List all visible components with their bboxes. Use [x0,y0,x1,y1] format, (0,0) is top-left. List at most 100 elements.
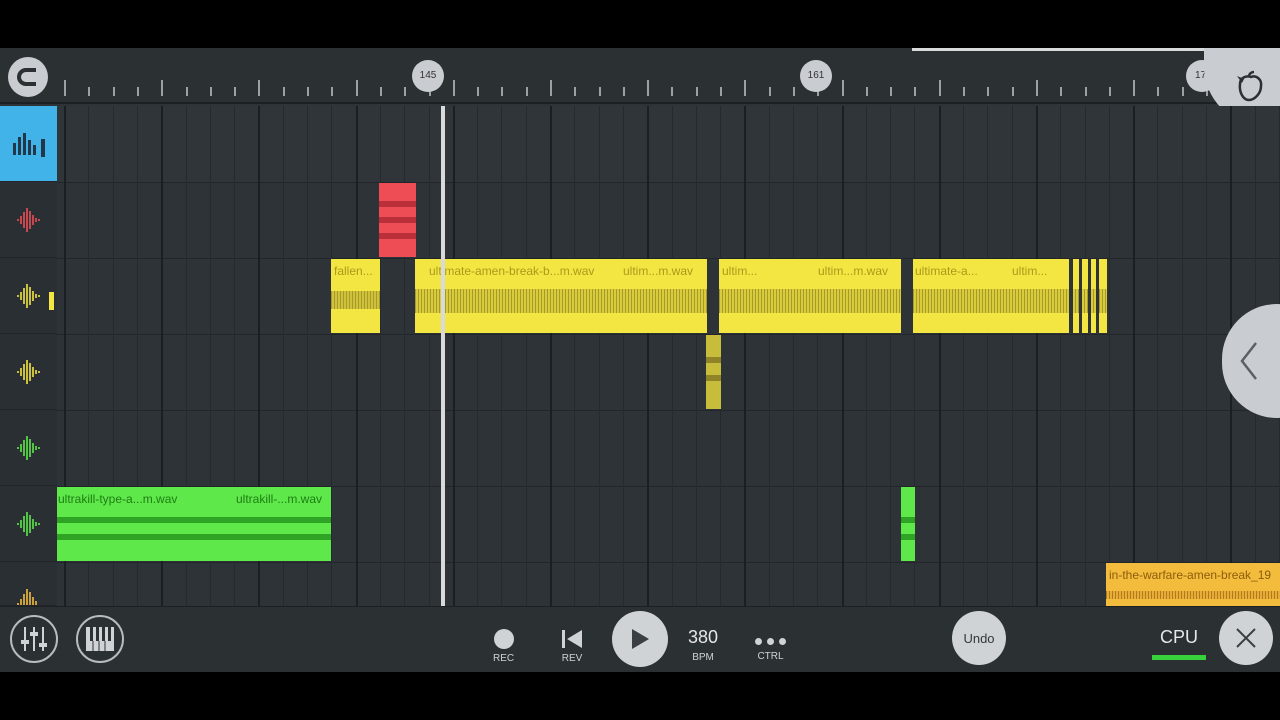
clip-label: ultim...m.wav [623,264,694,278]
ruler-tick [186,87,188,96]
clip-yellow-small[interactable] [706,335,721,409]
clip-amen-3[interactable]: ultimate-a... ultim... [913,259,1107,333]
ctrl-button[interactable]: CTRL [755,633,786,662]
ruler-tick [890,87,892,96]
waveform-icon [16,283,40,308]
waveform-icon [16,207,40,232]
clip-warfare[interactable]: in-the-warfare-amen-break_19 [1106,563,1280,606]
ruler-tick [526,87,528,96]
ruler-tick [161,80,163,96]
waveform-icon [16,511,40,536]
rev-button[interactable]: REV [560,629,584,664]
ruler-tick [1060,87,1062,96]
clip-label: ultimate-amen-break-b...m.wav [429,264,595,278]
grid-row-line [57,334,1280,335]
play-button[interactable] [612,611,668,667]
grid-line [1157,106,1158,606]
track-header-2[interactable] [0,258,57,334]
ruler-tick [1085,87,1087,96]
rev-label: REV [561,653,583,664]
playlist-icon [12,132,45,157]
grid-line [890,106,891,606]
timeline-ruler[interactable]: 145 161 17. [0,48,1280,104]
undo-button[interactable]: Undo [952,611,1006,665]
piano-roll-button[interactable] [76,615,124,663]
ruler-tick [599,87,601,96]
grid-line [817,106,818,606]
grid-line [404,106,405,606]
ruler-tick [793,87,795,96]
track-header-1[interactable] [0,182,57,258]
clip-ultrakill[interactable]: ultrakill-type-a...m.wav ultrakill-...m.… [57,487,331,561]
grid-line [599,106,600,606]
cpu-meter [1152,655,1206,660]
ruler-tick [842,80,844,96]
ruler-marker[interactable]: 145 [412,60,444,92]
mixer-button[interactable] [10,615,58,663]
clip-label: ultim... [1012,264,1048,278]
playhead[interactable] [441,106,445,606]
bottom-toolbar: REC REV 380 BPM CTRL Undo CPU [0,606,1280,672]
grid-row-line [57,562,1280,563]
grid-line [380,106,381,606]
clip-label: ultim... [722,264,758,278]
clip-label: fallen... [334,264,373,278]
clip-amen-2[interactable]: ultim... ultim...m.wav [719,259,901,333]
rewind-icon [562,630,582,648]
ruler-marker[interactable]: 161 [800,60,832,92]
grid-line [987,106,988,606]
snap-button[interactable] [8,57,48,97]
close-button[interactable] [1219,611,1273,665]
ruler-tick [380,87,382,96]
chevron-left-icon [1240,342,1257,380]
track-header-5[interactable] [0,486,57,562]
ruler-tick [987,87,989,96]
ruler-tick [1157,87,1159,96]
grid-line [429,106,430,606]
ctrl-label: CTRL [757,651,784,662]
ruler-tick [210,87,212,96]
grid-line [939,106,941,606]
track-header-4[interactable] [0,410,57,486]
clip-green-small[interactable] [901,487,915,561]
grid-row-line [57,410,1280,411]
tempo-control[interactable]: 380 BPM [688,627,718,663]
undo-label: Undo [963,630,995,646]
ruler-tick [1012,87,1014,96]
ruler-tick [720,87,722,96]
grid-line [1206,106,1207,606]
magnet-icon [17,68,36,86]
clip-label: ultrakill-type-a...m.wav [58,492,178,506]
track-selected-indicator [49,292,54,310]
ruler-tick [331,87,333,96]
clip-red[interactable] [379,183,416,257]
grid-line [1085,106,1086,606]
ruler-tick [234,87,236,96]
grid-line [672,106,673,606]
grid-line [842,106,844,606]
record-icon [493,629,514,649]
track-header-3[interactable] [0,334,57,410]
grid-line [526,106,527,606]
ruler-tick [744,80,746,96]
ruler-tick [623,87,625,96]
fl-logo-icon [1237,70,1263,102]
playlist-top-row [57,106,1280,182]
grid-line [453,106,455,606]
close-icon [1236,628,1256,648]
grid-line [331,106,332,606]
grid-row-line [57,182,1280,183]
ruler-tick [307,87,309,96]
rec-label: REC [493,653,515,664]
cpu-label: CPU [1160,627,1199,647]
playlist-track-header[interactable] [0,106,57,182]
grid-line [1182,106,1183,606]
rec-button[interactable]: REC [493,629,514,664]
clip-fallen[interactable]: fallen... [331,259,380,333]
more-icon [755,633,786,649]
clip-label: ultim...m.wav [818,264,889,278]
ruler-tick [1036,80,1038,96]
clip-amen-main[interactable]: ultimate-amen-break-b...m.wav ultim...m.… [415,259,707,333]
playlist-grid[interactable]: fallen... ultimate-amen-break-b...m.wav … [57,106,1280,606]
track-header-6[interactable] [0,562,57,606]
